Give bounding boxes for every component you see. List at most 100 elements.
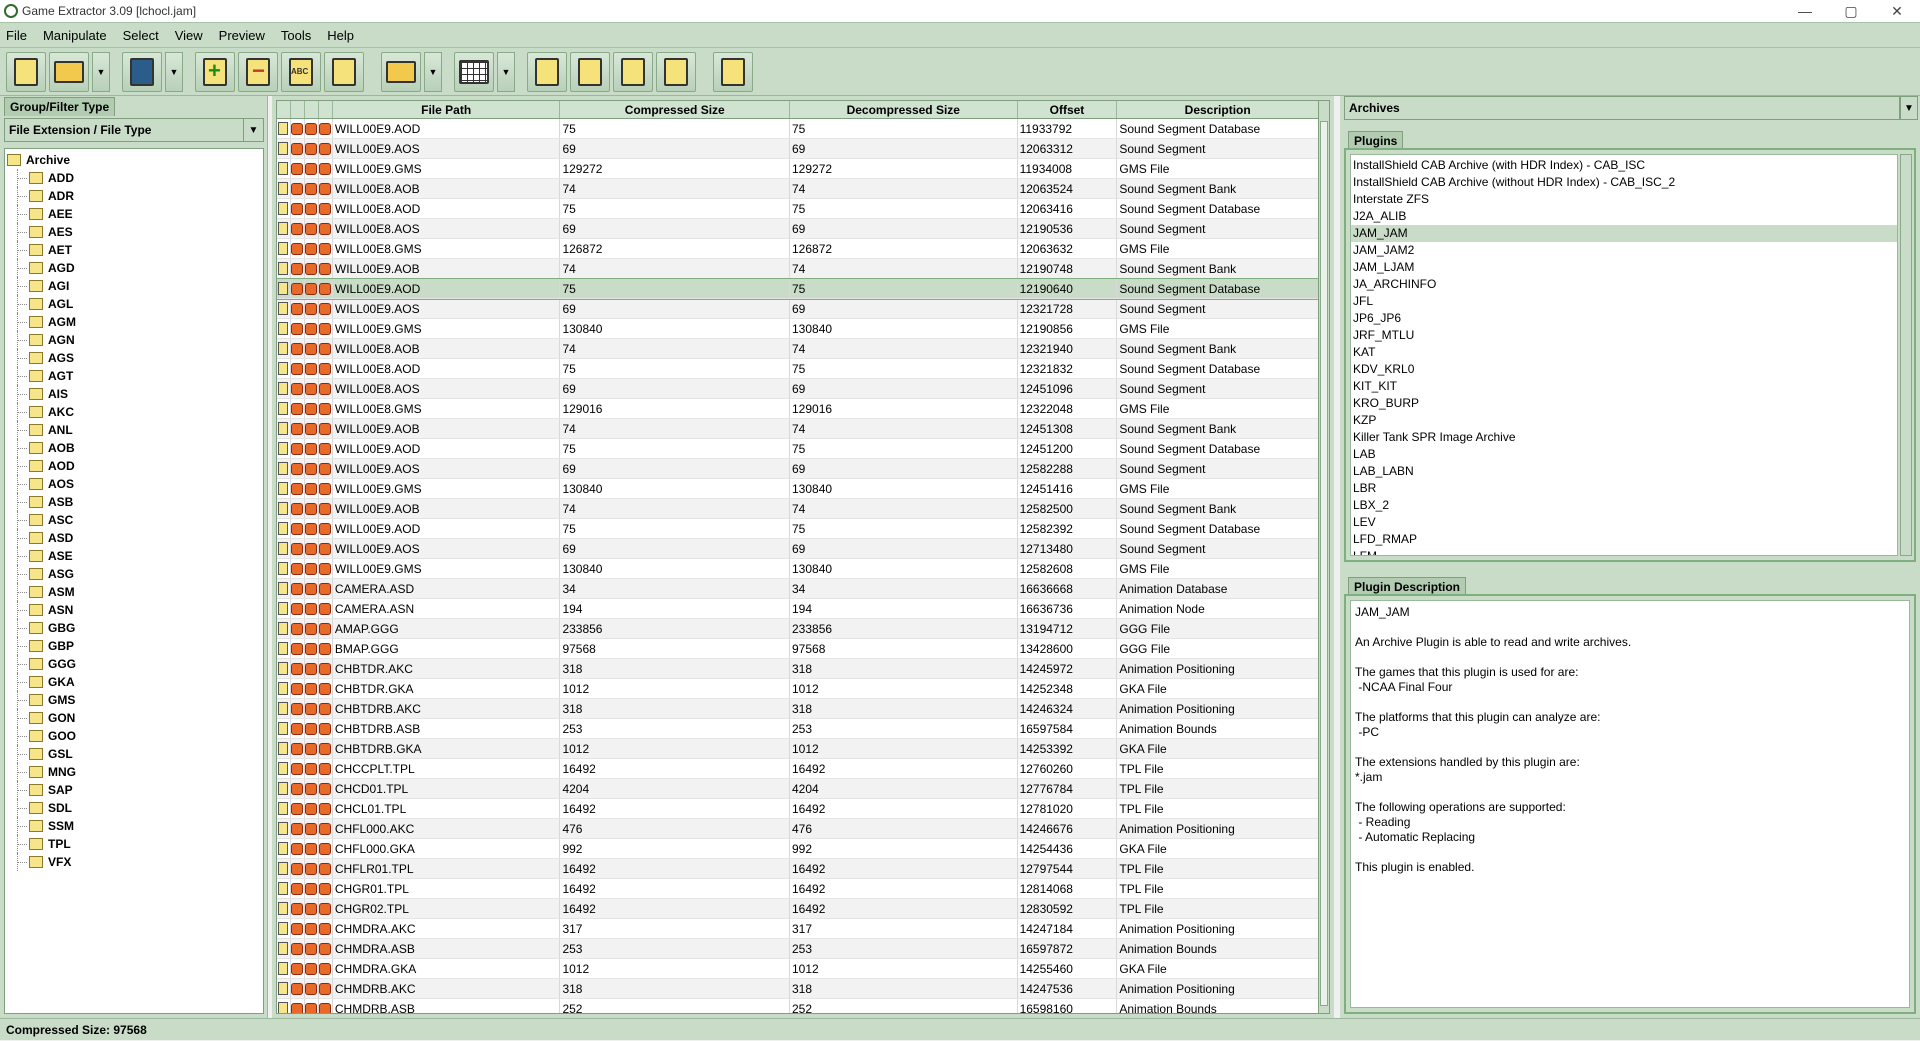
- table-row[interactable]: CHCL01.TPL 16492 16492 12781020 TPL File: [277, 799, 1319, 819]
- menu-file[interactable]: File: [6, 26, 27, 45]
- plugin-list-item[interactable]: LFD_RMAP: [1351, 531, 1897, 548]
- table-row[interactable]: CHFLR01.TPL 16492 16492 12797544 TPL File: [277, 859, 1319, 879]
- plugin-list-item[interactable]: JFL: [1351, 293, 1897, 310]
- tree-item[interactable]: ASN: [5, 601, 263, 619]
- plugin-list-item[interactable]: LEV: [1351, 514, 1897, 531]
- chevron-down-icon[interactable]: ▼: [1900, 96, 1918, 120]
- tree-item[interactable]: SAP: [5, 781, 263, 799]
- tree-item[interactable]: AGM: [5, 313, 263, 331]
- table-row[interactable]: WILL00E8.AOS 69 69 12190536 Sound Segment: [277, 219, 1319, 239]
- view-table-button[interactable]: [454, 51, 494, 92]
- table-row[interactable]: WILL00E9.GMS 130840 130840 12582608 GMS File: [277, 559, 1319, 579]
- table-row[interactable]: WILL00E8.AOB 74 74 12321940 Sound Segment Ba…: [277, 339, 1319, 359]
- table-row[interactable]: CHBTDRB.ASB 253 253 16597584 Animation Bound…: [277, 719, 1319, 739]
- plugin-list-item[interactable]: J2A_ALIB: [1351, 208, 1897, 225]
- tree-item[interactable]: GKA: [5, 673, 263, 691]
- plugin-list-item[interactable]: KAT: [1351, 344, 1897, 361]
- table-row[interactable]: CHMDRA.GKA 1012 1012 14255460 GKA File: [277, 959, 1319, 979]
- table-row[interactable]: WILL00E9.AOS 69 69 12321728 Sound Segment: [277, 299, 1319, 319]
- menu-help[interactable]: Help: [327, 26, 354, 45]
- table-row[interactable]: WILL00E8.AOB 74 74 12063524 Sound Segment Ba…: [277, 179, 1319, 199]
- extract-all-button[interactable]: [381, 51, 421, 92]
- table-row[interactable]: CHGR02.TPL 16492 16492 12830592 TPL File: [277, 899, 1319, 919]
- tree-item[interactable]: AGD: [5, 259, 263, 277]
- table-row[interactable]: AMAP.GGG 233856 233856 13194712 GGG File: [277, 619, 1319, 639]
- header-description[interactable]: Description: [1117, 101, 1319, 118]
- table-row[interactable]: CHBTDR.AKC 318 318 14245972 Animation Positi…: [277, 659, 1319, 679]
- table-row[interactable]: WILL00E9.AOS 69 69 12582288 Sound Segment: [277, 459, 1319, 479]
- table-row[interactable]: CHFL000.AKC 476 476 14246676 Animation Posit…: [277, 819, 1319, 839]
- tree-item[interactable]: ASM: [5, 583, 263, 601]
- plugin-list-item[interactable]: JAM_LJAM: [1351, 259, 1897, 276]
- tree-item[interactable]: AET: [5, 241, 263, 259]
- plugin-list-item[interactable]: KRO_BURP: [1351, 395, 1897, 412]
- help-button[interactable]: [656, 51, 696, 92]
- table-row[interactable]: WILL00E9.AOB 74 74 12190748 Sound Segment Ba…: [277, 259, 1319, 279]
- menu-view[interactable]: View: [175, 26, 203, 45]
- header-compressed-size[interactable]: Compressed Size: [560, 101, 790, 118]
- table-row[interactable]: WILL00E9.AOD 75 75 12582392 Sound Segment Da…: [277, 519, 1319, 539]
- table-row[interactable]: WILL00E8.GMS 129016 129016 12322048 GMS File: [277, 399, 1319, 419]
- tree-item[interactable]: GSL: [5, 745, 263, 763]
- table-row[interactable]: CAMERA.ASD 34 34 16636668 Animation Database: [277, 579, 1319, 599]
- plugin-list-item[interactable]: LFM: [1351, 548, 1897, 555]
- tree-root[interactable]: Archive: [5, 151, 263, 169]
- table-row[interactable]: WILL00E9.GMS 129272 129272 11934008 GMS File: [277, 159, 1319, 179]
- plugin-list-item[interactable]: KZP: [1351, 412, 1897, 429]
- plugin-list-item[interactable]: LAB_LABN: [1351, 463, 1897, 480]
- table-row[interactable]: CHCD01.TPL 4204 4204 12776784 TPL File: [277, 779, 1319, 799]
- rename-files-button[interactable]: [281, 51, 321, 92]
- table-row[interactable]: CHBTDRB.AKC 318 318 14246324 Animation Posit…: [277, 699, 1319, 719]
- tree-item[interactable]: AOB: [5, 439, 263, 457]
- table-row[interactable]: WILL00E9.AOD 75 75 11933792 Sound Segment Da…: [277, 119, 1319, 139]
- tree-item[interactable]: ADR: [5, 187, 263, 205]
- plugin-list-item[interactable]: JAM_JAM2: [1351, 242, 1897, 259]
- minimize-button[interactable]: —: [1782, 0, 1828, 22]
- plugin-list-item[interactable]: JRF_MTLU: [1351, 327, 1897, 344]
- scrollbar-thumb[interactable]: [1320, 121, 1328, 1006]
- menu-manipulate[interactable]: Manipulate: [43, 26, 107, 45]
- chevron-down-icon[interactable]: ▼: [243, 119, 263, 141]
- plugin-list-item[interactable]: KDV_KRL0: [1351, 361, 1897, 378]
- table-row[interactable]: BMAP.GGG 97568 97568 13428600 GGG File: [277, 639, 1319, 659]
- table-row[interactable]: CHBTDRB.GKA 1012 1012 14253392 GKA File: [277, 739, 1319, 759]
- tree-item[interactable]: AGI: [5, 277, 263, 295]
- tree-item[interactable]: SDL: [5, 799, 263, 817]
- tree-item[interactable]: AOS: [5, 475, 263, 493]
- table-row[interactable]: CAMERA.ASN 194 194 16636736 Animation Node: [277, 599, 1319, 619]
- tree-item[interactable]: SSM: [5, 817, 263, 835]
- tree-item[interactable]: TPL: [5, 835, 263, 853]
- tree-item[interactable]: VFX: [5, 853, 263, 871]
- archives-select[interactable]: Archives: [1344, 96, 1900, 120]
- tree-item[interactable]: ASD: [5, 529, 263, 547]
- tree-item[interactable]: ADD: [5, 169, 263, 187]
- plugin-list-item[interactable]: InstallShield CAB Archive (without HDR I…: [1351, 174, 1897, 191]
- tree-item[interactable]: ASB: [5, 493, 263, 511]
- menu-select[interactable]: Select: [123, 26, 159, 45]
- tree-item[interactable]: AGS: [5, 349, 263, 367]
- new-archive-button[interactable]: [6, 51, 46, 92]
- table-row[interactable]: CHCCPLT.TPL 16492 16492 12760260 TPL File: [277, 759, 1319, 779]
- info-button[interactable]: [713, 51, 753, 92]
- tree-item[interactable]: AIS: [5, 385, 263, 403]
- plugin-list-item[interactable]: JA_ARCHINFO: [1351, 276, 1897, 293]
- tree-item[interactable]: GON: [5, 709, 263, 727]
- tree-item[interactable]: ASE: [5, 547, 263, 565]
- table-row[interactable]: WILL00E9.AOB 74 74 12451308 Sound Segment Ba…: [277, 419, 1319, 439]
- save-dropdown-button[interactable]: ▼: [165, 51, 183, 92]
- tree-item[interactable]: ASG: [5, 565, 263, 583]
- plugin-list-item[interactable]: Killer Tank SPR Image Archive: [1351, 429, 1897, 446]
- plugins-scrollbar[interactable]: [1900, 154, 1912, 556]
- table-row[interactable]: WILL00E9.GMS 130840 130840 12190856 GMS File: [277, 319, 1319, 339]
- table-row[interactable]: CHMDRA.AKC 317 317 14247184 Animation Positi…: [277, 919, 1319, 939]
- header-file-path[interactable]: File Path: [333, 101, 561, 118]
- table-row[interactable]: WILL00E9.AOB 74 74 12582500 Sound Segment Ba…: [277, 499, 1319, 519]
- table-row[interactable]: WILL00E9.AOD 75 75 12451200 Sound Segment Da…: [277, 439, 1319, 459]
- table-row[interactable]: WILL00E8.AOS 69 69 12451096 Sound Segment: [277, 379, 1319, 399]
- plugin-list-item[interactable]: InstallShield CAB Archive (with HDR Inde…: [1351, 157, 1897, 174]
- table-row[interactable]: CHBTDR.GKA 1012 1012 14252348 GKA File: [277, 679, 1319, 699]
- plugin-list-item[interactable]: LBX_2: [1351, 497, 1897, 514]
- table-row[interactable]: CHMDRB.ASB 252 252 16598160 Animation Bounds: [277, 999, 1319, 1013]
- table-scrollbar[interactable]: [1318, 100, 1330, 1014]
- tree-item[interactable]: ANL: [5, 421, 263, 439]
